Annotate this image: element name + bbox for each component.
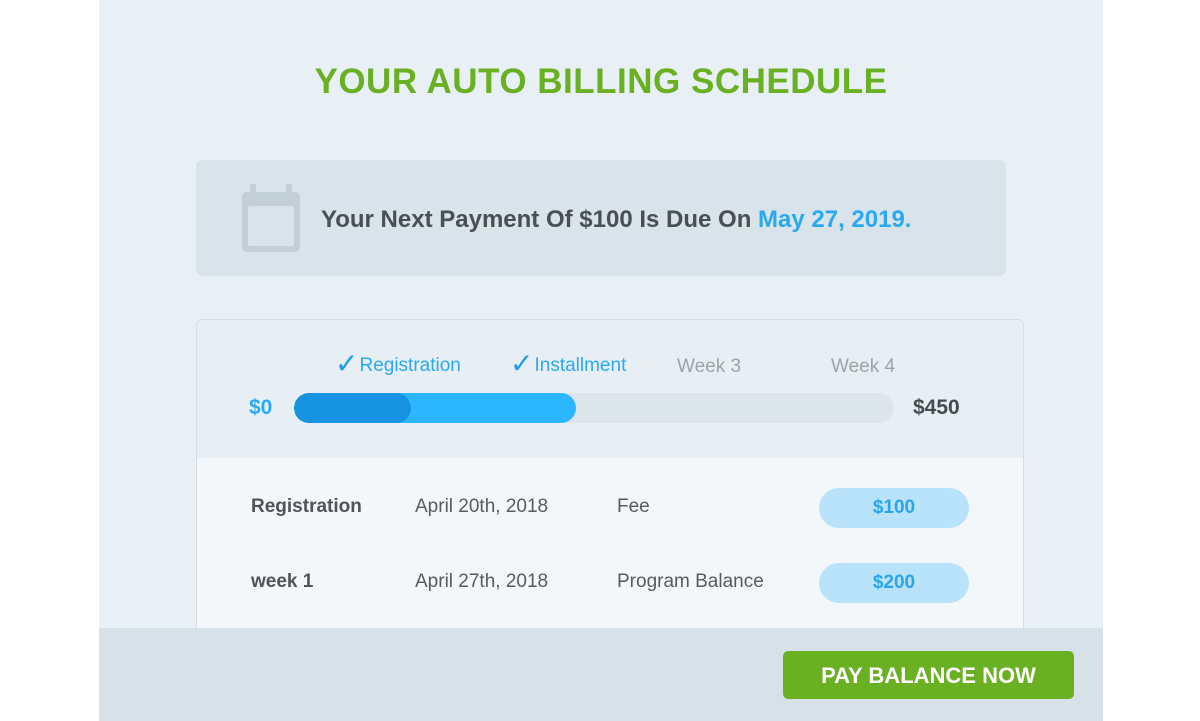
payment-amount-badge: $100 xyxy=(819,488,969,528)
table-row: Registration April 20th, 2018 Fee $100 xyxy=(197,488,1023,528)
payment-type: Fee xyxy=(617,496,650,517)
step-label: Registration xyxy=(359,355,461,376)
step-week-4: Week 4 xyxy=(831,356,896,377)
page-title: YOUR AUTO BILLING SCHEDULE xyxy=(314,62,888,101)
payment-name: Registration xyxy=(251,496,362,517)
payment-name: week 1 xyxy=(251,571,314,592)
step-registration: ✓Registration xyxy=(335,350,461,378)
footer-bar: PAY BALANCE NOW xyxy=(99,628,1103,721)
table-row: week 1 April 27th, 2018 Program Balance … xyxy=(197,563,1023,603)
billing-panel: YOUR AUTO BILLING SCHEDULE Your Next Pay… xyxy=(99,0,1103,721)
payment-amount-badge: $200 xyxy=(819,563,969,603)
step-label: Installment xyxy=(534,355,627,376)
next-payment-date: May 27, 2019. xyxy=(758,206,912,233)
step-installment: ✓Installment xyxy=(510,350,626,378)
payment-schedule-card: ✓Registration ✓Installment Week 3 Week 4… xyxy=(196,319,1024,651)
payment-date: April 20th, 2018 xyxy=(415,496,549,517)
next-payment-notice: Your Next Payment Of $100 Is Due On May … xyxy=(196,160,1006,276)
next-payment-label: Your Next Payment Of $100 Is Due On xyxy=(321,206,752,233)
checkmark-icon: ✓ xyxy=(335,348,359,379)
step-week-3: Week 3 xyxy=(677,356,742,377)
payment-type: Program Balance xyxy=(617,571,764,592)
progress-bar-registration-fill xyxy=(294,393,411,423)
next-payment-text: Your Next Payment Of $100 Is Due On May … xyxy=(321,206,911,234)
calendar-icon xyxy=(242,184,300,252)
progress-bar xyxy=(294,393,894,423)
pay-balance-button[interactable]: PAY BALANCE NOW xyxy=(783,651,1074,699)
payment-date: April 27th, 2018 xyxy=(415,571,549,592)
progress-end-amount: $450 xyxy=(913,396,960,419)
progress-section: ✓Registration ✓Installment Week 3 Week 4… xyxy=(197,320,1023,458)
checkmark-icon: ✓ xyxy=(510,348,534,379)
progress-start-amount: $0 xyxy=(249,396,273,419)
